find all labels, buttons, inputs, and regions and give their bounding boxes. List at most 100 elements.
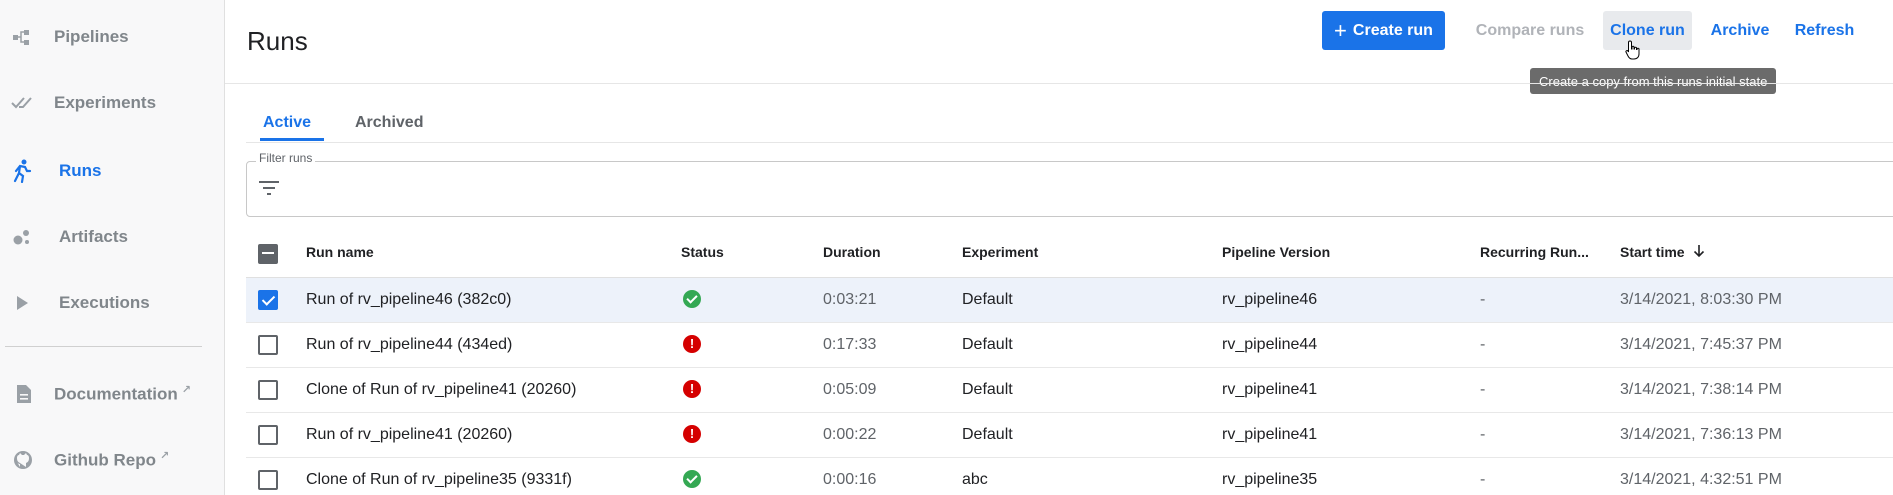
sidebar-item-label: Pipelines <box>54 27 129 46</box>
header-divider <box>225 83 1893 84</box>
clone-run-button[interactable]: Clone run <box>1603 11 1692 50</box>
duration-cell: 0:00:16 <box>823 471 877 488</box>
column-header-status[interactable]: Status <box>681 244 724 260</box>
row-checkbox[interactable] <box>258 290 278 310</box>
row-checkbox[interactable] <box>258 425 278 445</box>
sidebar-item-label: Runs <box>59 161 102 180</box>
filter-runs-label: Filter runs <box>256 151 316 165</box>
run-name-cell[interactable]: Run of rv_pipeline44 (434ed) <box>306 336 512 354</box>
recurring-run-cell: - <box>1480 381 1486 398</box>
start-time-cell: 3/14/2021, 4:32:51 PM <box>1620 471 1782 488</box>
run-name-cell[interactable]: Run of rv_pipeline41 (20260) <box>306 426 512 444</box>
recurring-run-cell: - <box>1480 336 1486 353</box>
column-header-duration[interactable]: Duration <box>823 244 881 260</box>
pipeline-version-cell[interactable]: rv_pipeline35 <box>1222 471 1317 489</box>
pipelines-icon <box>10 25 34 49</box>
start-time-cell: 3/14/2021, 8:03:30 PM <box>1620 291 1782 308</box>
archive-label: Archive <box>1710 21 1770 39</box>
sidebar-item-experiments[interactable]: Experiments <box>0 75 224 131</box>
archive-button[interactable]: Archive <box>1705 11 1775 50</box>
sidebar-link-documentation[interactable]: Documentation ↗ <box>0 366 224 422</box>
column-header-recurring-run[interactable]: Recurring Run... <box>1480 244 1589 260</box>
experiment-cell[interactable]: Default <box>962 426 1013 444</box>
filter-runs-input[interactable] <box>246 161 1893 217</box>
column-header-experiment[interactable]: Experiment <box>962 244 1038 260</box>
sidebar-link-label: Github Repo <box>54 450 156 470</box>
pipeline-version-cell[interactable]: rv_pipeline41 <box>1222 426 1317 444</box>
status-success-icon <box>683 290 701 308</box>
sidebar-link-github[interactable]: Github Repo ↗ <box>0 432 224 488</box>
column-header-pipeline-version[interactable]: Pipeline Version <box>1222 244 1330 260</box>
sidebar-link-label: Documentation <box>54 384 178 404</box>
pipeline-version-cell[interactable]: rv_pipeline41 <box>1222 381 1317 399</box>
create-run-label: Create run <box>1352 21 1433 39</box>
duration-cell: 0:03:21 <box>823 291 877 308</box>
experiments-icon <box>10 91 34 115</box>
sidebar-item-label: Executions <box>59 293 150 312</box>
duration-cell: 0:05:09 <box>823 381 877 398</box>
tab-indicator <box>260 138 324 141</box>
page-title: Runs <box>247 26 308 56</box>
clone-run-label: Clone run <box>1610 21 1685 39</box>
compare-runs-label: Compare runs <box>1475 21 1585 39</box>
row-checkbox[interactable] <box>258 335 278 355</box>
runs-icon <box>10 159 34 183</box>
experiment-cell[interactable]: abc <box>962 471 988 489</box>
artifacts-icon <box>10 225 34 249</box>
refresh-button[interactable]: Refresh <box>1787 11 1862 50</box>
status-error-icon <box>683 425 701 443</box>
compare-runs-button[interactable]: Compare runs <box>1465 11 1595 50</box>
table-row[interactable]: Run of rv_pipeline44 (434ed) 0:17:33 Def… <box>246 323 1893 368</box>
github-icon <box>11 448 35 472</box>
table-row[interactable]: Run of rv_pipeline46 (382c0) 0:03:21 Def… <box>246 278 1893 323</box>
row-checkbox[interactable] <box>258 380 278 400</box>
recurring-run-cell: - <box>1480 471 1486 488</box>
start-time-cell: 3/14/2021, 7:38:14 PM <box>1620 381 1782 398</box>
column-header-run-name[interactable]: Run name <box>306 244 374 260</box>
sidebar-item-pipelines[interactable]: Pipelines <box>0 9 224 65</box>
pipeline-version-cell[interactable]: rv_pipeline46 <box>1222 291 1317 309</box>
sidebar: Pipelines Experiments Runs Artifacts Exe… <box>0 0 225 495</box>
external-link-icon: ↗ <box>159 450 170 463</box>
status-error-icon <box>683 380 701 398</box>
table-row[interactable]: Clone of Run of rv_pipeline35 (9331f) 0:… <box>246 458 1893 495</box>
experiment-cell[interactable]: Default <box>962 291 1013 309</box>
tabs-divider <box>246 142 1893 143</box>
table-row[interactable]: Clone of Run of rv_pipeline41 (20260) 0:… <box>246 368 1893 413</box>
document-icon <box>12 382 36 406</box>
run-name-cell[interactable]: Clone of Run of rv_pipeline41 (20260) <box>306 381 576 399</box>
start-time-label: Start time <box>1620 244 1685 260</box>
executions-icon <box>10 291 34 315</box>
hand-cursor-icon <box>1625 40 1640 60</box>
recurring-run-cell: - <box>1480 426 1486 443</box>
column-header-start-time[interactable]: Start time <box>1620 244 1705 260</box>
table-row[interactable]: Run of rv_pipeline41 (20260) 0:00:22 Def… <box>246 413 1893 458</box>
sidebar-item-runs[interactable]: Runs <box>0 143 224 199</box>
tab-active[interactable]: Active <box>263 114 311 132</box>
sidebar-item-artifacts[interactable]: Artifacts <box>0 209 224 265</box>
recurring-run-cell: - <box>1480 291 1486 308</box>
experiment-cell[interactable]: Default <box>962 381 1013 399</box>
sort-descending-icon <box>1694 245 1705 258</box>
pipeline-version-cell[interactable]: rv_pipeline44 <box>1222 336 1317 354</box>
external-link-icon: ↗ <box>181 384 191 397</box>
create-run-button[interactable]: + Create run <box>1322 11 1445 50</box>
start-time-cell: 3/14/2021, 7:36:13 PM <box>1620 426 1782 443</box>
run-name-cell[interactable]: Clone of Run of rv_pipeline35 (9331f) <box>306 471 572 489</box>
start-time-cell: 3/14/2021, 7:45:37 PM <box>1620 336 1782 353</box>
sidebar-item-label: Artifacts <box>59 227 128 246</box>
status-error-icon <box>683 335 701 353</box>
row-checkbox[interactable] <box>258 470 278 490</box>
sidebar-item-label: Experiments <box>54 93 157 112</box>
experiment-cell[interactable]: Default <box>962 336 1013 354</box>
tab-archived[interactable]: Archived <box>355 114 423 132</box>
main-content: Runs + Create run Compare runs Clone run… <box>225 0 1893 495</box>
filter-icon <box>259 181 279 195</box>
duration-cell: 0:17:33 <box>823 336 877 353</box>
clone-run-tooltip: Create a copy from this runs initial sta… <box>1530 68 1777 94</box>
status-success-icon <box>683 470 701 488</box>
sidebar-item-executions[interactable]: Executions <box>0 275 224 331</box>
duration-cell: 0:00:22 <box>823 426 877 443</box>
select-all-checkbox[interactable] <box>258 244 278 264</box>
run-name-cell[interactable]: Run of rv_pipeline46 (382c0) <box>306 291 511 309</box>
